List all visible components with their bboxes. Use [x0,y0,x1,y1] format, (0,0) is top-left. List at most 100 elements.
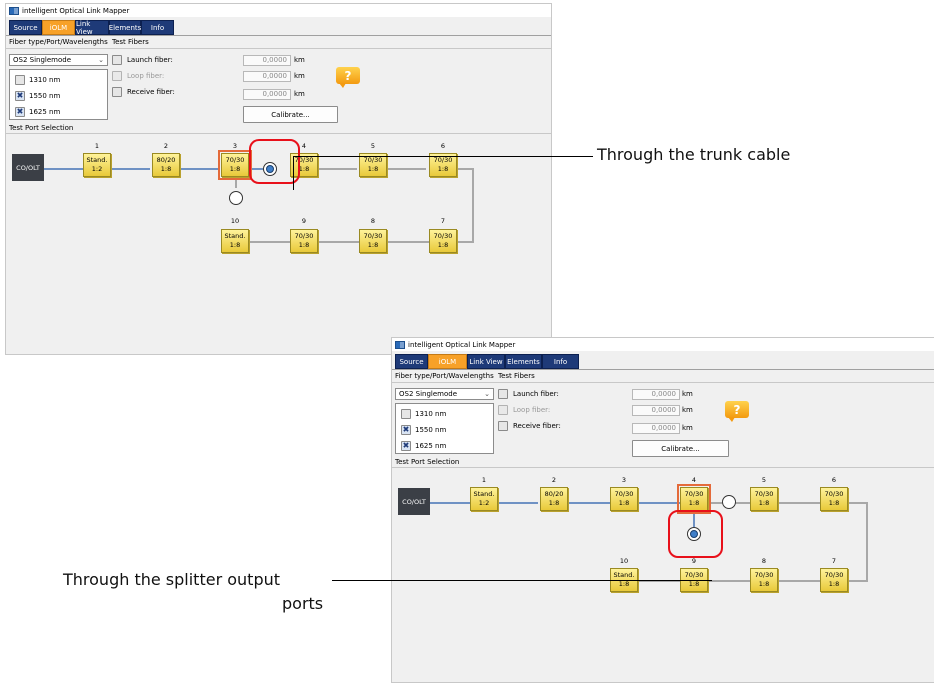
divider [6,48,551,49]
splitter-number: 4 [691,476,697,484]
tab-bar: Source iOLM Link View Elements Info [392,352,934,370]
tab-iolm[interactable]: iOLM [42,20,75,35]
splitter-7-type: 1:8 [437,241,449,249]
launch-fiber-input[interactable]: 0,0000 [243,55,291,66]
splitter-1[interactable]: Stand. 1:2 [83,153,111,177]
loop-fiber-checkbox[interactable] [112,71,122,81]
loop-fiber-input[interactable]: 0,0000 [243,71,291,82]
splitter-2[interactable]: 80/20 1:8 [540,487,568,511]
receive-fiber-checkbox[interactable] [498,421,508,431]
chevron-down-icon: ⌄ [484,390,490,398]
loop-fiber-unit: km [682,406,693,414]
wavelength-1550-checkbox[interactable]: ✖ [15,91,25,101]
divider [6,133,551,134]
trunk-port-empty[interactable] [722,495,736,509]
splitter-number: 7 [440,217,446,225]
receive-fiber-input[interactable]: 0,0000 [632,423,680,434]
splitter-8[interactable]: 70/30 1:8 [750,568,778,592]
splitter-7[interactable]: 70/30 1:8 [820,568,848,592]
splitter-4[interactable]: 70/30 1:8 [677,484,711,514]
splitter-9-ratio: 70/30 [684,571,704,579]
splitter-6-type: 1:8 [437,165,449,173]
callout-splitter-line2: ports [282,594,324,613]
splitter-9-ratio: 70/30 [294,232,314,240]
tab-elements[interactable]: Elements [505,354,542,369]
fiber-link [848,580,868,582]
calibrate-button[interactable]: Calibrate... [632,440,729,457]
splitter-2[interactable]: 80/20 1:8 [152,153,180,177]
help-icon[interactable]: ? [336,67,360,88]
splitter-8[interactable]: 70/30 1:8 [359,229,387,253]
splitter-2-type: 1:8 [160,165,172,173]
splitter-9[interactable]: 70/30 1:8 [290,229,318,253]
callout-line-splitter [332,580,712,581]
wavelength-1625-checkbox[interactable]: ✖ [401,441,411,451]
wavelength-1310-checkbox[interactable] [15,75,25,85]
splitter-5-ratio: 70/30 [363,156,383,164]
fiber-type-select[interactable]: OS2 Singlemode ⌄ [395,388,494,400]
help-icon[interactable]: ? [725,401,749,422]
tab-source[interactable]: Source [395,354,428,369]
splitter-5[interactable]: 70/30 1:8 [750,487,778,511]
receive-fiber-input[interactable]: 0,0000 [243,89,291,100]
co-olt-node[interactable]: CO/OLT [12,154,44,181]
wavelength-1310-checkbox[interactable] [401,409,411,419]
title-bar: intelligent Optical Link Mapper [392,338,934,351]
launch-fiber-input[interactable]: 0,0000 [632,389,680,400]
test-port-section-label: Test Port Selection [395,458,460,466]
test-port-section-label: Test Port Selection [9,124,74,132]
tab-info[interactable]: Info [542,354,579,369]
iolm-window-top: intelligent Optical Link Mapper Source i… [5,3,552,355]
splitter-6[interactable]: 70/30 1:8 [820,487,848,511]
splitter-1[interactable]: Stand. 1:2 [470,487,498,511]
output-port-empty[interactable] [229,191,243,205]
receive-fiber-label: Receive fiber: [127,88,175,96]
callout-line-trunk-drop [293,156,294,190]
test-fibers-label: Test Fibers [112,38,149,46]
fiber-link [386,168,426,170]
launch-fiber-label: Launch fiber: [127,56,173,64]
co-olt-node[interactable]: CO/OLT [398,488,430,515]
fiber-link [736,502,750,504]
splitter-number: 9 [691,557,697,565]
splitter-1-ratio: Stand. [86,156,108,164]
fiber-type-select[interactable]: OS2 Singlemode ⌄ [9,54,108,66]
splitter-3[interactable]: 70/30 1:8 [610,487,638,511]
loop-fiber-label: Loop fiber: [127,72,165,80]
wavelength-1310-label: 1310 nm [415,410,447,418]
tab-link-view[interactable]: Link View [75,20,109,36]
receive-fiber-label: Receive fiber: [513,422,561,430]
launch-fiber-unit: km [682,390,693,398]
loop-fiber-checkbox[interactable] [498,405,508,415]
splitter-10-type: 1:8 [618,580,630,588]
launch-fiber-checkbox[interactable] [112,55,122,65]
splitter-number: 2 [163,142,169,150]
fiber-type-value: OS2 Singlemode [13,56,72,64]
loop-fiber-input[interactable]: 0,0000 [632,405,680,416]
wavelength-1550-checkbox[interactable]: ✖ [401,425,411,435]
tab-info[interactable]: Info [141,20,174,35]
splitter-3[interactable]: 70/30 1:8 [218,150,252,180]
wavelength-1550-label: 1550 nm [29,92,61,100]
wavelength-1625-checkbox[interactable]: ✖ [15,107,25,117]
splitter-5-ratio: 70/30 [754,490,774,498]
tab-iolm[interactable]: iOLM [428,354,467,369]
calibrate-button[interactable]: Calibrate... [243,106,338,123]
splitter-2-ratio: 80/20 [544,490,564,498]
splitter-7[interactable]: 70/30 1:8 [429,229,457,253]
loop-fiber-label: Loop fiber: [513,406,551,414]
splitter-3-type: 1:8 [618,499,630,507]
splitter-8-type: 1:8 [367,241,379,249]
launch-fiber-checkbox[interactable] [498,389,508,399]
splitter-10[interactable]: Stand. 1:8 [221,229,249,253]
splitter-1-ratio: Stand. [473,490,495,498]
callout-trunk: Through the trunk cable [597,145,791,164]
receive-fiber-checkbox[interactable] [112,87,122,97]
splitter-8-ratio: 70/30 [363,232,383,240]
tab-link-view[interactable]: Link View [467,354,505,369]
window-title: intelligent Optical Link Mapper [408,340,516,349]
splitter-3-ratio: 70/30 [225,156,245,164]
tab-elements[interactable]: Elements [109,20,141,35]
tab-source[interactable]: Source [9,20,42,35]
fiber-link [472,168,474,243]
